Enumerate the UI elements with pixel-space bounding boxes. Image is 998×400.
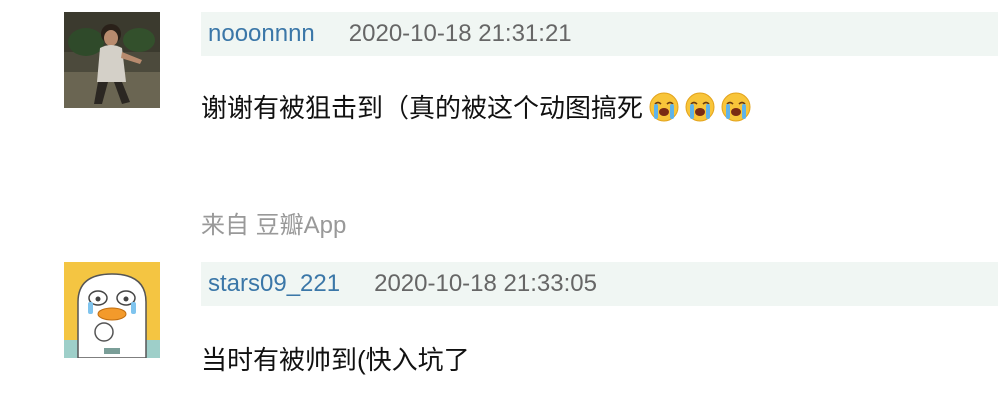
comment-text: 谢谢有被狙击到（真的被这个动图搞死 xyxy=(201,88,751,125)
duck-avatar-icon xyxy=(64,262,160,358)
avatar-photo xyxy=(64,12,160,108)
comment-body: 谢谢有被狙击到（真的被这个动图搞死 xyxy=(201,93,644,123)
comment-meta: nooonnnn 2020-10-18 21:31:21 xyxy=(201,12,998,56)
comment-timestamp: 2020-10-18 21:33:05 xyxy=(374,270,597,297)
comment-body: 当时有被帅到(快入坑了 xyxy=(201,345,470,375)
comment-author-link[interactable]: stars09_221 xyxy=(208,270,340,298)
loudly-crying-face-icon xyxy=(649,92,679,121)
comment-meta: stars09_221 2020-10-18 21:33:05 xyxy=(201,262,998,306)
user-avatar[interactable] xyxy=(64,12,160,108)
comment-timestamp: 2020-10-18 21:31:21 xyxy=(348,20,572,47)
comment-item: nooonnnn 2020-10-18 21:31:21 谢谢有被狙击到（真的被… xyxy=(0,0,998,240)
comment-item: stars09_221 2020-10-18 21:33:05 当时有被帅到(快… xyxy=(0,250,998,400)
comment-source: 来自 豆瓣App xyxy=(201,212,347,239)
loudly-crying-face-icon xyxy=(721,92,751,121)
comment-text: 当时有被帅到(快入坑了 xyxy=(201,340,470,377)
loudly-crying-face-icon xyxy=(685,92,715,121)
comment-author-link[interactable]: nooonnnn xyxy=(208,20,315,48)
user-avatar[interactable] xyxy=(64,262,160,358)
